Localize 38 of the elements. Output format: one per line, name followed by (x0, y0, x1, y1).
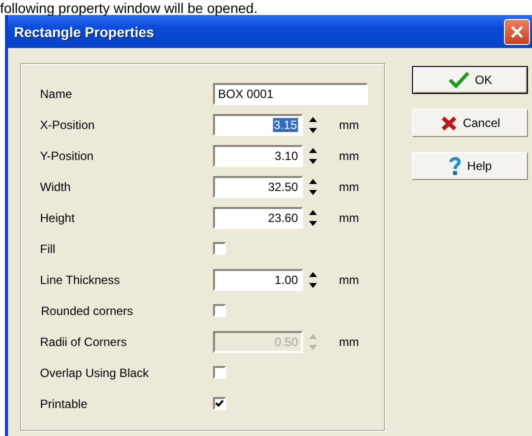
checkbox[interactable] (213, 304, 226, 317)
number-field[interactable]: 3.15 (213, 114, 303, 136)
field-label: Fill (40, 242, 56, 256)
question-mark-icon (448, 156, 462, 176)
field-label: Width (40, 180, 72, 194)
checkmark-icon (448, 71, 470, 89)
unit-label: mm (339, 118, 359, 132)
field-label: Name (40, 86, 74, 100)
number-field[interactable]: 23.60 (213, 206, 303, 228)
field-label: Line Thickness (40, 272, 121, 286)
check-icon (215, 399, 224, 408)
field-label: Rounded corners (40, 304, 134, 318)
caption-text: following property window will be opened. (0, 1, 258, 16)
number-field[interactable]: 3.10 (213, 144, 303, 166)
cancel-button[interactable]: Cancel (412, 109, 528, 137)
number-field[interactable]: 1.00 (213, 268, 303, 290)
close-icon (509, 24, 525, 40)
unit-label: mm (339, 272, 359, 286)
field-label: Radii of Corners (40, 334, 128, 348)
close-button[interactable] (504, 18, 530, 44)
number-field[interactable]: 32.50 (213, 176, 303, 198)
field-label: X-Position (40, 118, 96, 132)
window-title: Rectangle Properties (14, 24, 154, 40)
checkbox[interactable] (213, 366, 226, 379)
ok-button[interactable]: OK (412, 66, 528, 94)
checkbox[interactable] (213, 397, 226, 410)
unit-label: mm (339, 148, 359, 162)
unit-label: mm (339, 180, 359, 194)
unit-label: mm (339, 210, 359, 224)
x-mark-icon (440, 114, 458, 132)
field-label: Y-Position (40, 148, 95, 162)
name-field[interactable]: BOX 0001 (213, 82, 368, 104)
field-label: Height (40, 210, 76, 224)
field-label: Overlap Using Black (40, 366, 150, 380)
unit-label: mm (339, 334, 359, 348)
field-label: Printable (40, 396, 88, 410)
checkbox[interactable] (213, 242, 226, 255)
help-button[interactable]: Help (412, 152, 528, 180)
